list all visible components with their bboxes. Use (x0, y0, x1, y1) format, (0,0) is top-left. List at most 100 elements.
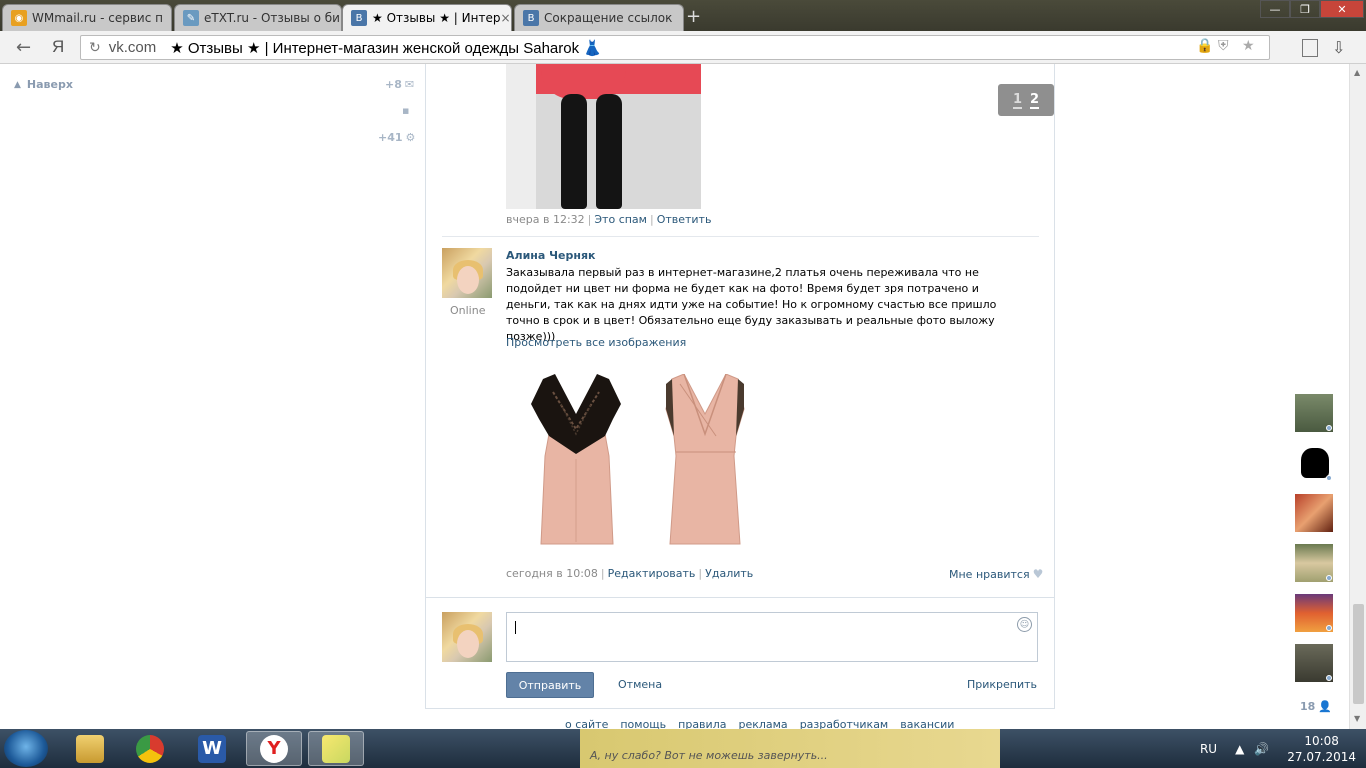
scroll-up-icon[interactable]: ▲ (1354, 68, 1360, 77)
bookmark-star-icon[interactable]: ★ (1242, 38, 1255, 54)
pager: 1 2 (998, 84, 1054, 116)
text-caret (515, 621, 516, 634)
lock-icon: 🔒 (1196, 38, 1214, 54)
start-button[interactable] (4, 730, 48, 767)
show-hidden-icons-icon[interactable]: ▲ (1235, 742, 1244, 756)
page-link[interactable]: 1 (1012, 92, 1022, 109)
taskbar-chrome[interactable] (122, 731, 178, 766)
clock[interactable]: 10:08 27.07.2014 (1287, 733, 1356, 765)
system-tray: RU ▲ 🔊 10:08 27.07.2014 (1200, 729, 1356, 768)
clock-date: 27.07.2014 (1287, 749, 1356, 764)
word-icon: W (198, 734, 226, 763)
tab-title: WMmail.ru - сервис п (32, 11, 163, 25)
spam-link[interactable]: Это спам (594, 213, 647, 226)
footer-link[interactable]: реклама (738, 718, 787, 729)
sticky-notes-icon (322, 734, 350, 763)
footer-link[interactable]: разработчикам (800, 718, 889, 729)
tab-title: eTXT.ru - Отзывы о би (204, 11, 340, 25)
post-photo[interactable] (506, 64, 701, 209)
chat-icon: ▪ (402, 104, 410, 117)
etxt-favicon-icon: ✎ (183, 10, 199, 26)
friends-online-list (1295, 394, 1333, 694)
dress-photo-plain[interactable] (660, 374, 750, 549)
page-current: 2 (1030, 91, 1040, 109)
tab-etxt[interactable]: ✎ eTXT.ru - Отзывы о би (174, 4, 342, 31)
scroll-to-top-label: Наверх (26, 78, 73, 91)
download-icon[interactable]: ⇩ (1332, 38, 1345, 57)
footer-link[interactable]: о сайте (565, 718, 608, 729)
edit-link[interactable]: Редактировать (608, 567, 696, 580)
yandex-logo-icon[interactable]: Я (52, 37, 64, 57)
scroll-down-icon[interactable]: ▼ (1354, 714, 1360, 723)
volume-icon[interactable]: 🔊 (1254, 742, 1269, 756)
reply-divider (426, 597, 1054, 598)
tab-title: Сокращение ссылок (544, 11, 673, 25)
friend-avatar[interactable] (1295, 644, 1333, 682)
close-window-button[interactable]: ✕ (1320, 0, 1364, 18)
taskbar-yandex-browser[interactable]: Y (246, 731, 302, 766)
wall-content: вчера в 12:32 | Это спам | Ответить Online А… (425, 64, 1055, 709)
cancel-link[interactable]: Отмена (618, 678, 662, 691)
emoji-icon[interactable]: ☺ (1017, 617, 1032, 632)
delete-link[interactable]: Удалить (705, 567, 753, 580)
address-bar[interactable]: ↻ vk.com ★ Отзывы ★ | Интернет-магазин ж… (80, 35, 1270, 60)
post-divider (442, 236, 1039, 237)
friends-count-value: 18 (1300, 700, 1316, 713)
reload-icon[interactable]: ↻ (89, 39, 101, 56)
post-author[interactable]: Алина Черняк (506, 249, 595, 262)
browser-titlebar: ◉ WMmail.ru - сервис п ✎ eTXT.ru - Отзыв… (0, 0, 1366, 31)
like-label: Мне нравится (949, 567, 1030, 581)
friend-avatar[interactable] (1295, 594, 1333, 632)
like-button[interactable]: Мне нравится ♥ (949, 567, 1043, 581)
scroll-thumb[interactable] (1353, 604, 1364, 704)
counter-value: +41 (378, 131, 403, 144)
taskbar-banner: А, ну слабо? Вот не можешь завернуть... (580, 729, 1000, 768)
shield-icon[interactable]: ⛨ (1218, 38, 1229, 54)
back-icon[interactable]: ← (16, 37, 31, 58)
scroll-to-top-link[interactable]: ▲ Наверх (14, 78, 73, 91)
taskbar-explorer[interactable] (62, 731, 118, 766)
language-indicator[interactable]: RU (1200, 742, 1217, 756)
messages-counter[interactable]: +8 ✉ (385, 78, 414, 91)
restore-button[interactable]: ❐ (1290, 0, 1320, 18)
page-scrollbar[interactable]: ▲ ▼ (1349, 64, 1366, 729)
footer-link[interactable]: помощь (620, 718, 666, 729)
friend-avatar[interactable] (1295, 544, 1333, 582)
minimize-button[interactable]: — (1260, 0, 1290, 18)
send-button[interactable]: Отправить (506, 672, 594, 698)
tab-link-shortener[interactable]: B Сокращение ссылок (514, 4, 684, 31)
avatar[interactable] (442, 612, 492, 662)
tab-vk-reviews[interactable]: B ★ Отзывы ★ | Интер × (342, 4, 512, 31)
footer-link[interactable]: вакансии (900, 718, 954, 729)
new-tab-button[interactable]: + (686, 6, 701, 27)
avatar[interactable] (442, 248, 492, 298)
reply-link[interactable]: Ответить (657, 213, 712, 226)
person-icon: 👤 (1318, 700, 1333, 713)
chrome-icon (136, 734, 164, 763)
footer-links: о сайте помощь правила реклама разработч… (565, 718, 954, 729)
footer-link[interactable]: правила (678, 718, 726, 729)
friend-avatar[interactable] (1295, 494, 1333, 532)
tab-close-icon[interactable]: × (500, 11, 510, 25)
reply-input[interactable]: ☺ (506, 612, 1038, 662)
dress-photo-lace[interactable] (531, 374, 621, 549)
chat-counter[interactable]: ▪ (402, 104, 409, 117)
wmmail-favicon-icon: ◉ (11, 10, 27, 26)
attach-link[interactable]: Прикрепить (967, 678, 1037, 691)
post-meta: вчера в 12:32 | Это спам | Ответить (506, 213, 712, 226)
friends-count[interactable]: 18 👤 (1300, 700, 1332, 713)
tab-title: ★ Отзывы ★ | Интер (372, 11, 501, 25)
settings-counter[interactable]: +41 ⚙ (378, 131, 415, 144)
taskbar-sticky-notes[interactable] (308, 731, 364, 766)
taskbar-word[interactable]: W (184, 731, 240, 766)
friend-avatar[interactable] (1295, 444, 1333, 482)
gear-icon: ⚙ (405, 131, 416, 144)
tab-wmmail[interactable]: ◉ WMmail.ru - сервис п (2, 4, 172, 31)
mail-icon: ✉ (404, 78, 415, 91)
yandex-browser-icon: Y (260, 734, 288, 763)
arrow-up-icon: ▲ (14, 79, 21, 90)
sidebar-panel-icon[interactable] (1302, 39, 1318, 57)
view-all-images-link[interactable]: Просмотреть все изображения (506, 336, 686, 349)
friend-avatar[interactable] (1295, 394, 1333, 432)
browser-toolbar: ← Я ↻ vk.com ★ Отзывы ★ | Интернет-магаз… (0, 31, 1366, 64)
